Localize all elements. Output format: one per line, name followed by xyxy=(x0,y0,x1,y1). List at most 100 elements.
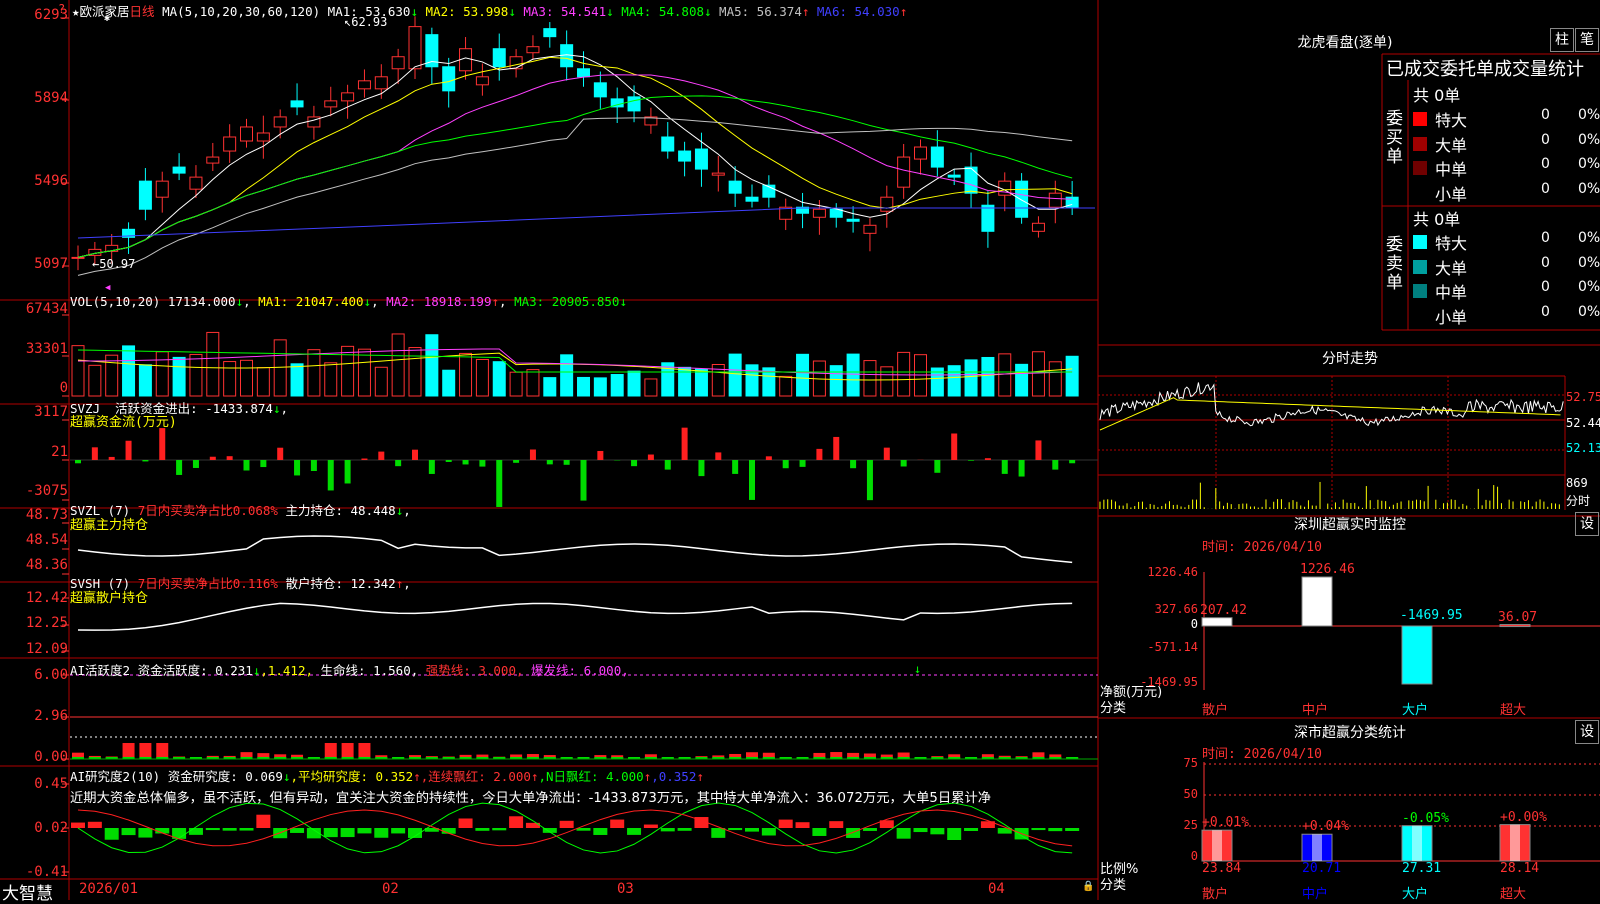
flow-bar xyxy=(193,460,199,468)
sell-row-name: 大单 xyxy=(1435,255,1467,279)
volume-bar xyxy=(325,363,337,396)
y-tick: 6293 xyxy=(0,7,68,23)
flow-bar xyxy=(328,460,334,490)
research-bar xyxy=(897,828,911,839)
y-tick: 5894 xyxy=(0,90,68,106)
flow-bar xyxy=(92,447,98,460)
buy-row-name: 小单 xyxy=(1435,181,1467,205)
ai2-avg: ,平均研究度: 0.352 xyxy=(290,769,413,784)
volume-bar xyxy=(594,378,606,396)
flow-bar xyxy=(597,451,603,460)
svsh-line xyxy=(78,603,1072,630)
flow-bar xyxy=(564,460,570,465)
tick-mode-button[interactable]: 笔 xyxy=(1575,28,1599,52)
arrow: ↓ xyxy=(364,294,372,309)
ma4-line xyxy=(78,96,1072,258)
volume-bar xyxy=(544,378,556,396)
candlestick xyxy=(257,133,269,141)
flow-bar xyxy=(698,460,704,476)
classify-bar-shine xyxy=(1212,830,1222,861)
volume-bar xyxy=(864,361,876,396)
buy-side-label: 委买单 xyxy=(1386,110,1404,167)
arrow: ↑ xyxy=(900,4,908,19)
sell-color-swatch xyxy=(1413,235,1427,249)
monitor-ytick: 1226.46 xyxy=(1140,565,1198,579)
lock-icon[interactable]: 🔒 xyxy=(1082,881,1094,892)
sell-color-swatch xyxy=(1413,260,1427,274)
activity-bar xyxy=(358,743,370,759)
research-bar xyxy=(290,828,304,833)
volume-bar xyxy=(1032,352,1044,396)
research-bar xyxy=(71,823,85,828)
volume-bar xyxy=(729,354,741,396)
arrow: ↓ xyxy=(606,4,614,19)
star-icon[interactable]: ★ xyxy=(72,4,80,19)
arrow: ↑ xyxy=(491,294,499,309)
research-bar xyxy=(762,828,776,836)
monitor-time: 时间: 2026/04/10 xyxy=(1202,536,1322,555)
flow-bar xyxy=(1019,460,1025,477)
candlestick xyxy=(173,167,185,173)
ai2-name: AI研究度2(10) xyxy=(70,769,160,784)
research-bar xyxy=(610,820,624,828)
candlestick xyxy=(190,177,202,189)
volume-bar xyxy=(358,349,370,396)
volume-bar xyxy=(797,354,809,396)
y-tick: 0 xyxy=(0,380,68,396)
classify-bar-shine xyxy=(1510,825,1520,861)
x-tick: 03 xyxy=(617,881,634,897)
flow-bar xyxy=(479,460,485,467)
bar-mode-button[interactable]: 柱 xyxy=(1550,28,1574,52)
high-price-label: ↖62.93 xyxy=(344,15,387,29)
flow-bar xyxy=(311,460,317,471)
flow-bar xyxy=(985,458,991,460)
candlestick xyxy=(375,77,387,89)
monitor-title: 深圳超赢实时监控 xyxy=(1270,514,1430,534)
classify-category-label: 超大 xyxy=(1500,883,1526,902)
period-label[interactable]: 日线 xyxy=(130,4,155,19)
volume-bar xyxy=(898,352,910,396)
candlestick xyxy=(965,167,977,193)
research-bar xyxy=(509,816,523,828)
research-bar xyxy=(1031,828,1045,830)
flow-bar xyxy=(800,460,806,467)
main-header: ★欧派家居日线 MA(5,10,20,30,60,120) MA1: 53.63… xyxy=(72,1,907,20)
classify-ytick: 50 xyxy=(1170,787,1198,801)
y-tick: 12.25 xyxy=(0,615,68,631)
vol-ma1: MA1: 21047.400 xyxy=(258,294,363,309)
ai2-f: ,0.352 xyxy=(651,769,696,784)
volume-bar xyxy=(190,354,202,396)
volume-bar xyxy=(274,340,286,396)
volume-bar xyxy=(173,357,185,396)
y-tick: 5097 xyxy=(0,256,68,272)
flow-bar xyxy=(277,448,283,460)
classify-change-label: +0.04% xyxy=(1302,819,1349,834)
vol-header: VOL(5,10,20) 17134.000↓, MA1: 21047.400↓… xyxy=(70,294,627,309)
classify-value-label: 28.14 xyxy=(1500,861,1539,876)
flow-bar xyxy=(378,452,384,460)
ma-legend-3: MA3: 54.541 xyxy=(516,4,606,19)
flow-bar xyxy=(816,449,822,460)
flow-bar xyxy=(463,460,469,464)
buy-row-percent: 0% xyxy=(1578,181,1600,197)
candlestick xyxy=(864,225,876,233)
candlestick xyxy=(510,57,522,69)
flow-bar xyxy=(951,433,957,460)
buy-row-value: 0 xyxy=(1541,156,1550,172)
y-tick: 21 xyxy=(0,444,68,460)
volume-bar xyxy=(375,367,387,396)
activity-bar xyxy=(156,743,168,759)
volume-bar xyxy=(1016,364,1028,396)
minute-ytick: 52.13 xyxy=(1566,441,1600,455)
ai2-cont: ,连续飘红: 2.000 xyxy=(421,769,531,784)
activity-bar xyxy=(325,743,337,759)
flow-bar xyxy=(1035,440,1041,460)
research-bar xyxy=(88,822,102,828)
monitor-settings-button[interactable]: 设 xyxy=(1575,512,1599,536)
classify-settings-button[interactable]: 设 xyxy=(1575,720,1599,744)
research-bar xyxy=(745,828,759,832)
candlestick xyxy=(156,181,168,197)
sell-row-value: 0 xyxy=(1541,304,1550,320)
research-bar xyxy=(930,828,944,834)
chart-canvas[interactable]: ↓ xyxy=(0,0,1600,900)
